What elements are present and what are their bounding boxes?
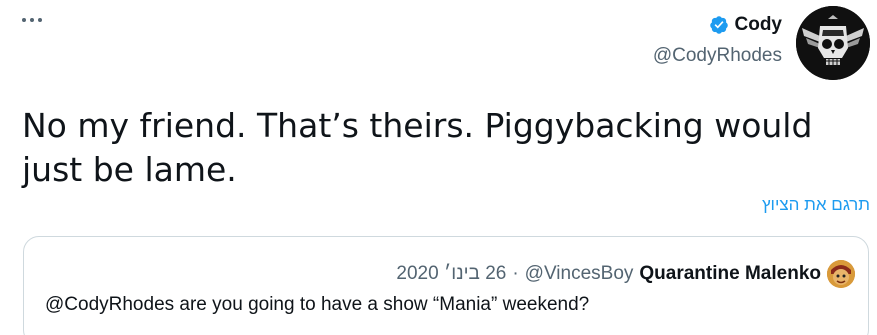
more-dot-icon	[22, 18, 26, 22]
translate-tweet-link[interactable]: תרגם את הציוץ	[762, 195, 870, 215]
tweet-text: No my friend. That’s theirs. Piggybackin…	[22, 106, 813, 189]
author-handle[interactable]: @CodyRhodes	[653, 45, 782, 67]
more-dot-icon	[30, 18, 34, 22]
quoted-tweet-text: @CodyRhodes are you going to have a show…	[45, 294, 590, 315]
tweet-author[interactable]: Cody @CodyRhodes	[653, 14, 782, 67]
separator-dot: ·	[512, 263, 519, 284]
author-name[interactable]: Cody	[735, 14, 783, 36]
more-dot-icon	[38, 18, 42, 22]
more-options-button[interactable]	[22, 8, 52, 32]
quoted-tweet-header: 26 בינו׳ 2020 · @VincesBoy Quarantine Ma…	[396, 260, 855, 288]
author-avatar[interactable]	[796, 6, 870, 80]
quoted-author-name: Quarantine Malenko	[639, 263, 821, 284]
cartoon-face-icon	[827, 260, 855, 288]
quoted-tweet-date: 26 בינו׳ 2020	[396, 263, 507, 284]
quoted-tweet-card[interactable]: 26 בינו׳ 2020 · @VincesBoy Quarantine Ma…	[23, 236, 869, 335]
quoted-author-avatar	[827, 260, 855, 288]
verified-badge-icon	[709, 16, 728, 34]
skull-logo-icon	[796, 6, 870, 80]
quoted-author-handle: @VincesBoy	[524, 263, 634, 284]
